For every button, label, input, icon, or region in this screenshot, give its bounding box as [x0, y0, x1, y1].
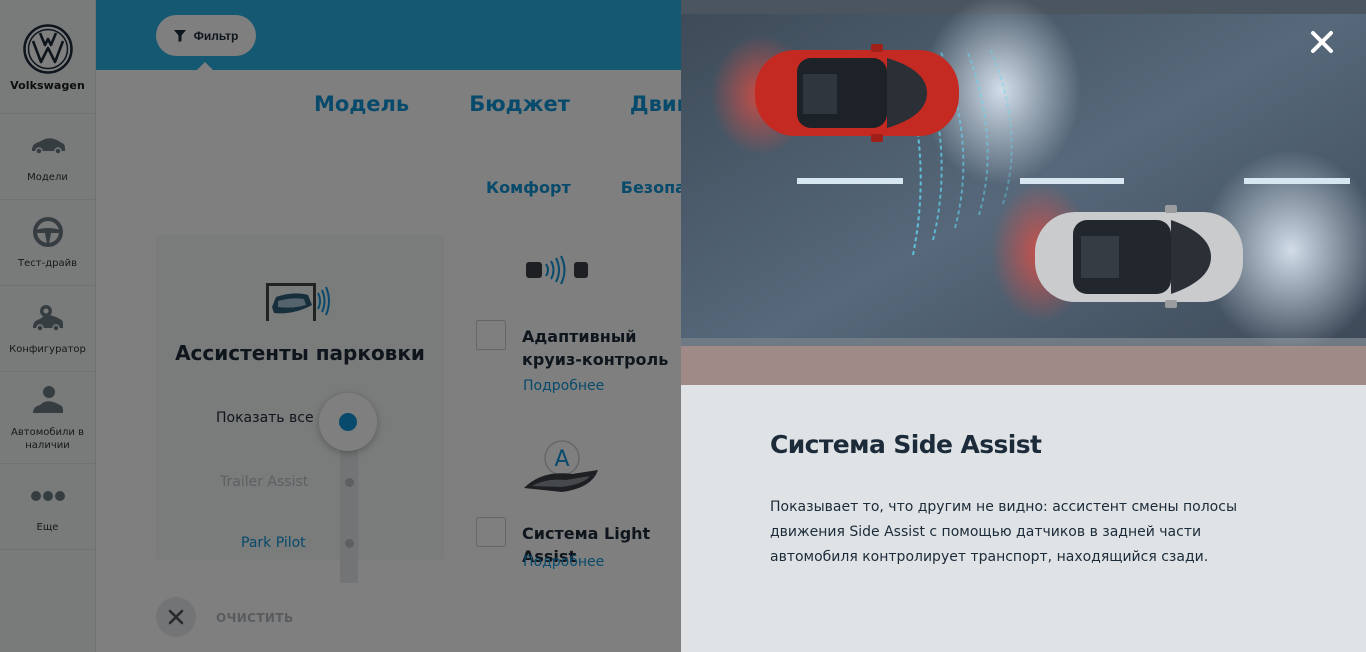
modal-backdrop[interactable] [0, 0, 681, 652]
modal-description: Показывает то, что другим не видно: асси… [770, 499, 1237, 565]
modal-close-button[interactable] [1308, 28, 1336, 56]
road-illustration [681, 0, 1366, 385]
silver-car [1035, 205, 1243, 308]
side-assist-image [681, 0, 1366, 385]
side-assist-modal: Система Side Assist Показывает то, что д… [681, 0, 1366, 652]
modal-title: Система Side Assist [770, 430, 1042, 459]
close-icon [1311, 31, 1333, 53]
red-car [755, 44, 959, 142]
